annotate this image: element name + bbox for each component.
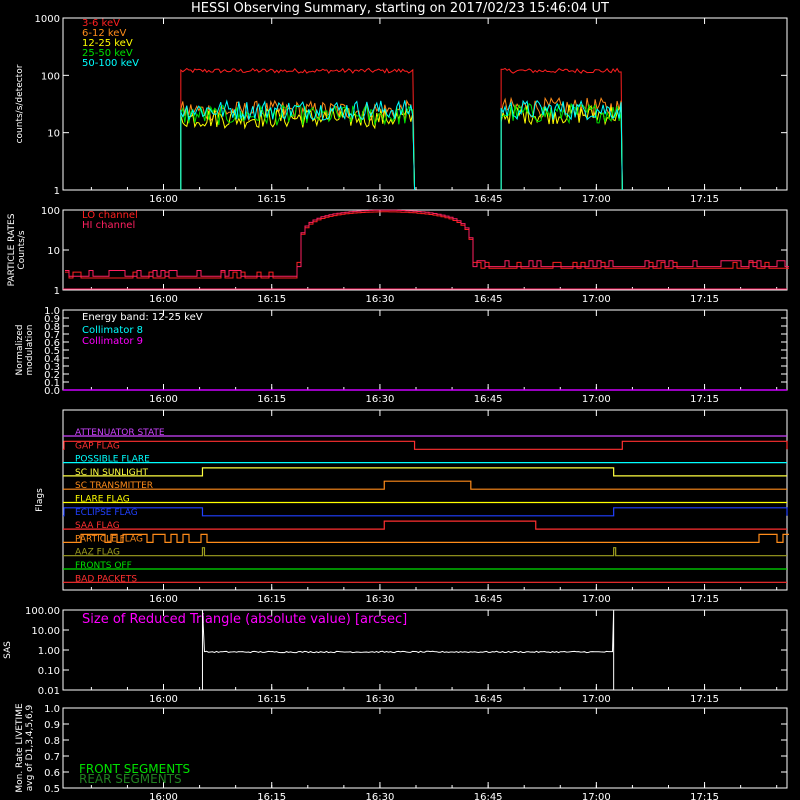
time-tick-label: 16:00 [149,394,178,405]
time-tick-label: 16:15 [257,194,286,205]
y-tick-label: 10 [47,246,60,257]
livetime-ylabel-2: avg of D1,3,4,5,6,9 [25,704,35,791]
flags-ylabel: Flags [35,488,45,512]
time-tick-label: 16:00 [149,194,178,205]
time-tick-label: 16:45 [474,294,503,305]
series-12-25keV [180,104,623,191]
flag-trace [63,507,788,517]
livetime-ylabel-1: Mon. Rate LIVETIME [15,703,25,793]
modulation-ylabel-1: Normalized [15,324,25,375]
time-tick-label: 17:00 [582,694,611,705]
panel-count-rates: 16:00 16:15 16:30 16:45 17:00 17:15 1 10 100 1000… [15,14,788,205]
time-tick-label: 17:00 [582,294,611,305]
y-tick-label: 100 [41,71,60,82]
time-tick-label: 16:45 [474,194,503,205]
time-tick-label: 17:00 [582,792,611,800]
particle-ylabel-1: PARTICLE RATES [7,213,17,286]
y-tick-label: 0.9 [44,720,60,731]
time-tick-label: 16:45 [474,792,503,800]
series-LOchannel [65,211,789,279]
time-tick-label: 16:30 [366,694,395,705]
time-tick-label: 17:15 [690,294,719,305]
y-tick-label: 1000 [35,14,60,25]
time-tick-label: 16:00 [149,694,178,705]
y-tick-label: 100.00 [25,606,60,617]
legend-entry: Collimator 9 [82,336,143,347]
y-tick-label: 0.8 [44,736,60,747]
panel-modulation: 16:00 16:15 16:30 16:45 17:00 17:150.00.10.20… [15,306,788,405]
count-rates-ylabel: counts/s/detector [15,64,25,143]
time-tick-label: 17:15 [690,694,719,705]
legend-entry: HI channel [82,220,135,231]
y-tick-label: 1 [54,186,60,197]
panel-sas: 16:00 16:15 16:30 16:45 17:00 17:15 0.01 0.10 1.… [3,606,788,705]
y-tick-label: 1 [54,286,60,297]
panel-particle-rates: 16:00 16:15 16:30 16:45 17:00 17:15 1 10 100 PART… [7,206,789,305]
flag-trace [63,467,787,477]
time-tick-label: 16:45 [474,594,503,605]
flags-frame [62,409,788,591]
time-tick-label: 16:15 [257,594,286,605]
panel-livetime: 16:00 16:15 16:30 16:45 17:00 17:15 0.5 0.6 0.7 0… [15,703,788,800]
time-tick-label: 16:15 [257,694,286,705]
time-tick-label: 17:15 [690,394,719,405]
time-tick-label: 17:15 [690,792,719,800]
time-tick-label: 16:00 [149,294,178,305]
time-tick-label: 16:00 [149,594,178,605]
plots-group: 16:00 16:15 16:30 16:45 17:00 17:151101001000… [3,14,789,800]
y-tick-label: 1.00 [38,646,60,657]
modulation-ylabel-2: modulation [25,325,35,376]
panel-flags: 16:00 16:15 16:30 16:45 17:00 17:15FlagsATTEN… [35,409,789,605]
count-rates-frame [62,17,788,191]
time-tick-label: 17:00 [582,194,611,205]
y-tick-label: 1.0 [44,704,60,715]
time-tick-label: 16:15 [257,294,286,305]
flag-label: GAP FLAG [75,441,120,451]
time-tick-label: 17:00 [582,594,611,605]
legend-entry: 50-100 keV [82,58,139,69]
time-tick-label: 16:30 [366,594,395,605]
time-tick-label: 17:00 [582,394,611,405]
y-tick-label: 10 [47,129,60,140]
flag-trace [63,440,788,450]
flag-trace [63,533,789,543]
figure-title: HESSI Observing Summary, starting on 201… [191,1,609,16]
sas-ylabel: SAS [3,641,13,659]
time-tick-label: 16:30 [366,394,395,405]
legend-entry: Collimator 8 [82,325,143,336]
time-tick-label: 16:45 [474,394,503,405]
series-HIchannel [65,209,789,277]
time-tick-label: 16:45 [474,694,503,705]
legend-entry: REAR SEGMENTS [79,772,182,786]
time-tick-label: 16:30 [366,792,395,800]
observing-summary-figure: HESSI Observing Summary, starting on 201… [3,1,789,800]
time-tick-label: 17:15 [690,594,719,605]
flag-trace [63,520,787,530]
y-tick-label: 0.10 [38,666,60,677]
flag-trace [63,547,787,557]
energy-band-annotation: Energy band: 12-25 keV [82,312,203,323]
flag-trace [63,480,787,490]
time-tick-label: 16:00 [149,792,178,800]
y-tick-label: 0.5 [44,784,60,795]
time-tick-label: 16:15 [257,792,286,800]
time-tick-label: 16:30 [366,294,395,305]
y-tick-label: 0.6 [44,768,60,779]
y-tick-label: 100 [41,206,60,217]
y-tick-label: 0.01 [38,686,60,697]
time-tick-label: 16:30 [366,194,395,205]
time-tick-label: 17:15 [690,194,719,205]
y-tick-label: 0.7 [44,752,60,763]
particle-ylabel-2: Counts/s [17,230,27,269]
time-tick-label: 16:15 [257,394,286,405]
sas-annotation: Size of Reduced Triangle (absolute value… [82,612,407,627]
flag-label: ECLIPSE FLAG [75,508,138,518]
y-tick-label: 1.0 [44,306,60,317]
series-3-6keV [180,67,623,191]
y-tick-label: 10.00 [31,626,60,637]
